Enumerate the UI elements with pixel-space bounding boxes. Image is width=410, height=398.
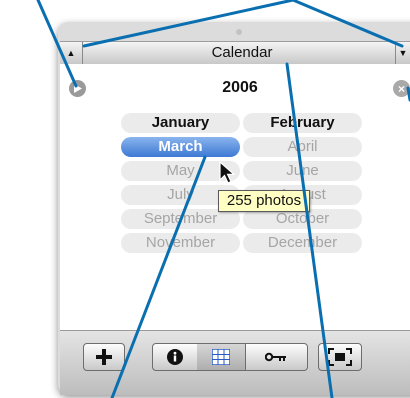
- callout-line-title-left: [82, 0, 295, 48]
- callout-line-month-button: [110, 155, 207, 398]
- callout-line-title-right: [291, 0, 404, 48]
- callout-line-prev-button: [36, 0, 78, 88]
- callout-line-title-label: [285, 62, 334, 398]
- callout-lines: [36, 0, 410, 398]
